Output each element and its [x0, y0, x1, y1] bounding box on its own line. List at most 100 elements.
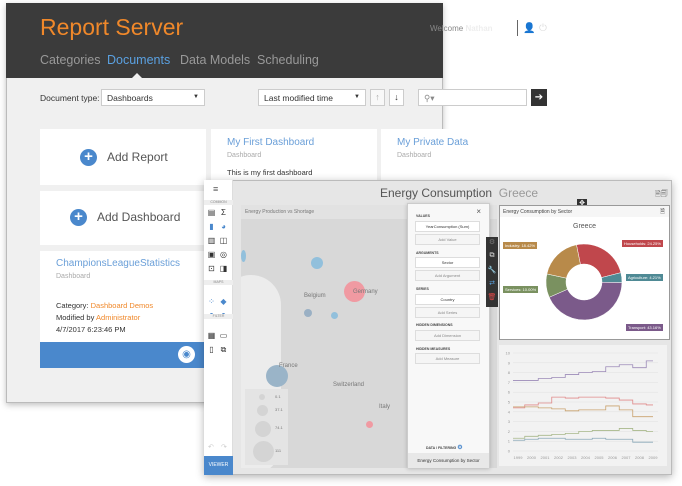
hidden-dimensions-header: HIDDEN DIMENSIONS [416, 323, 453, 327]
donut-chart [545, 243, 623, 321]
document-title[interactable]: ChampionsLeagueStatistics [56, 258, 180, 269]
legend-value: 0.1 [275, 394, 281, 399]
line-series-industry[interactable] [513, 405, 653, 418]
scatter-map-icon[interactable]: ⁘ [207, 297, 216, 306]
x-tick-label: 2004 [581, 455, 591, 460]
x-tick-label: 2006 [608, 455, 618, 460]
sort-descending-button[interactable]: ↓ [389, 89, 404, 106]
tab-documents[interactable]: Documents [107, 53, 170, 67]
binding-icon[interactable]: ⧉ [486, 252, 498, 260]
gauge-icon[interactable]: ◎ [219, 250, 228, 259]
document-title[interactable]: My First Dashboard [227, 137, 314, 148]
search-go-button[interactable]: ➔ [531, 89, 547, 106]
y-tick-label: 9 [508, 360, 511, 365]
delete-icon[interactable]: 🗑 [486, 293, 498, 301]
tab-scheduling[interactable]: Scheduling [257, 53, 319, 67]
range-icon[interactable]: ⊡ [207, 264, 216, 273]
power-icon[interactable]: ⏻ [539, 23, 547, 34]
map-label: France [279, 363, 298, 369]
document-type-select[interactable]: Dashboards ▼ [101, 89, 205, 106]
y-tick-label: 2 [508, 429, 511, 434]
add-report-label[interactable]: Add Report [107, 150, 168, 164]
line-series-agriculture[interactable] [513, 437, 653, 443]
line-chart-item[interactable]: 0 1 2 3 4 5 6 7 8 9 10 1999 2000 2001 2002 2003 2004 2005… [499, 345, 667, 466]
gear-icon[interactable]: ⚙ [486, 238, 498, 246]
pivot-sum-icon[interactable]: Σ [219, 208, 228, 217]
treemap-icon[interactable]: ▥ [207, 236, 216, 245]
add-series-button[interactable]: Add Series [415, 307, 480, 318]
viewer-button[interactable]: VIEWER [204, 456, 233, 475]
section-common: COMMON [204, 200, 233, 205]
date-filter-icon[interactable]: ⧉ [219, 345, 228, 354]
combo-box-icon[interactable]: ▦ [207, 331, 216, 340]
x-tick-label: 2002 [554, 455, 564, 460]
pie-chart-item[interactable]: Energy Consumption by Sector 🗎 Greece Ho… [499, 205, 670, 340]
x-tick-label: 2003 [568, 455, 578, 460]
y-tick-label: 8 [508, 370, 511, 375]
close-icon[interactable]: × [476, 207, 481, 216]
add-dimension-button[interactable]: Add Dimension [415, 330, 480, 341]
search-icon[interactable]: ⚲▾ [424, 93, 435, 103]
grid-icon[interactable]: ▤ [207, 208, 216, 217]
add-value-button[interactable]: Add Value [415, 234, 480, 245]
tab-data-models[interactable]: Data Models [180, 53, 250, 67]
sort-select[interactable]: Last modified time ▼ [258, 89, 366, 106]
wrench-icon[interactable]: 🔧 [486, 266, 498, 274]
header-divider [517, 20, 518, 36]
app-title: Report Server [40, 14, 184, 40]
tree-view-icon[interactable]: ▯ [207, 345, 216, 354]
argument-item[interactable]: Sector [415, 257, 480, 268]
document-modified-by: Modified by Administrator [56, 313, 141, 322]
add-measure-button[interactable]: Add Measure [415, 353, 480, 364]
y-tick-label: 0 [508, 449, 511, 454]
line-series-households[interactable] [513, 396, 653, 409]
panel-item-name: Energy Consumption by Sector [408, 453, 489, 468]
line-series-transport[interactable] [513, 360, 653, 381]
menu-icon[interactable]: ≡ [213, 184, 218, 194]
text-box-icon[interactable]: ▣ [207, 250, 216, 259]
map-bubble[interactable] [331, 312, 338, 319]
view-eye-icon[interactable]: ◉ [178, 346, 195, 363]
add-dashboard-label[interactable]: Add Dashboard [97, 210, 180, 224]
pie-slice[interactable] [546, 244, 581, 279]
pie-slice[interactable] [576, 243, 622, 278]
list-box-icon[interactable]: ▭ [219, 331, 228, 340]
data-binding-panel: × VALUES YearConsumption (Sum) Add Value… [407, 203, 490, 468]
undo-icon[interactable]: ↶ [208, 443, 214, 451]
category-link[interactable]: Dashboard Demos [91, 301, 154, 310]
redo-icon[interactable]: ↷ [221, 443, 227, 451]
value-item[interactable]: YearConsumption (Sum) [415, 221, 480, 232]
section-filter: FILTER [204, 314, 233, 319]
search-input[interactable]: ⚲▾ [418, 89, 527, 106]
series-item[interactable]: Country [415, 294, 480, 305]
interactivity-icon[interactable]: ⇄ [486, 279, 498, 287]
document-type: Dashboard [397, 152, 432, 159]
image-icon[interactable]: ◨ [219, 264, 228, 273]
card-icon[interactable]: ◫ [219, 236, 228, 245]
map-bubble[interactable] [304, 309, 312, 317]
y-tick-label: 5 [508, 400, 511, 405]
document-title[interactable]: My Private Data [397, 137, 468, 148]
values-header: VALUES [416, 214, 430, 218]
map-label: Germany [353, 289, 378, 295]
map-bubble[interactable] [241, 250, 246, 262]
export-icon[interactable]: 🗎🗐 [655, 190, 668, 201]
map-bubble[interactable] [311, 257, 323, 269]
welcome-text: Welcome Nathan [430, 24, 493, 33]
choropleth-map-icon[interactable]: ◆ [219, 297, 228, 306]
line-series-services[interactable] [513, 428, 653, 439]
pie-icon[interactable]: ◕ [219, 222, 228, 231]
author-link[interactable]: Administrator [96, 313, 140, 322]
bar-chart-icon[interactable]: ▮ [207, 222, 216, 231]
document-description: This is my first dashboard [227, 168, 313, 177]
tab-categories[interactable]: Categories [40, 53, 100, 67]
chevron-down-icon: ▼ [193, 94, 199, 100]
y-tick-label: 10 [506, 351, 511, 356]
user-name: Nathan [465, 24, 493, 33]
active-tab-caret [132, 73, 142, 78]
data-filtering-tab[interactable]: DATA / FILTERING ⚙ [426, 444, 463, 451]
map-bubble[interactable] [366, 421, 373, 428]
add-argument-button[interactable]: Add Argument [415, 270, 480, 281]
user-icon[interactable]: 👤 [523, 23, 535, 34]
sort-ascending-button[interactable]: ↑ [370, 89, 385, 106]
